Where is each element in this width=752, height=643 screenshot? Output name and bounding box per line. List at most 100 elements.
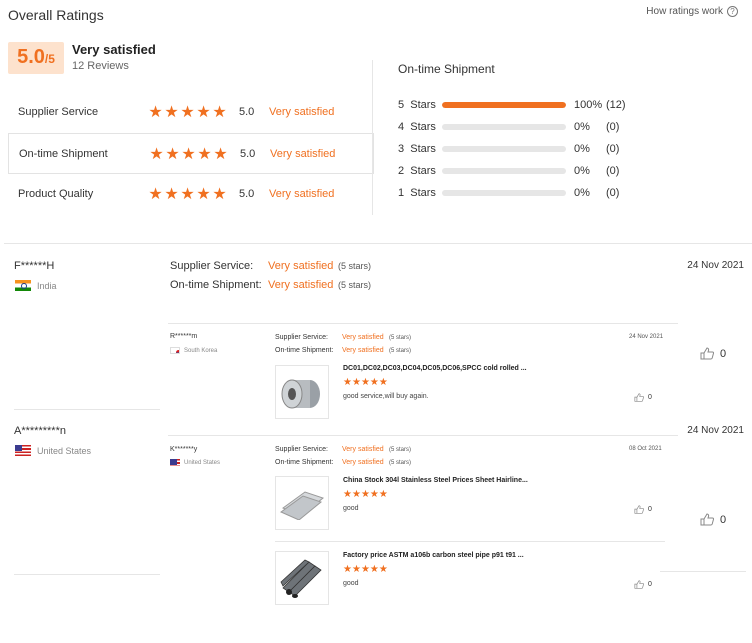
rating-row-on-time-shipment[interactable]: On-time Shipment ★ ★ ★ ★ ★ 5.0 Very satisfie… <box>8 133 374 174</box>
kv-label: Supplier Service: <box>275 446 328 453</box>
product-image-steel-pipe[interactable] <box>275 551 329 605</box>
nested-supplier-service-line: Supplier Service: Very satisfied (5 star… <box>275 446 411 453</box>
kv-stars: (5 stars) <box>389 334 412 341</box>
distribution-bar <box>442 190 566 196</box>
distribution-row: 4 Stars 0% (0) <box>398 120 619 134</box>
steel-coil-image <box>281 379 320 409</box>
distribution-percent: 0% <box>574 143 590 155</box>
question-circle-icon: ? <box>727 6 738 17</box>
thumbs-up-icon <box>700 347 714 360</box>
thumbs-up-icon <box>634 580 644 589</box>
nested-supplier-service-line: Supplier Service: Very satisfied (5 star… <box>275 334 411 341</box>
star-icon: ★ <box>360 489 370 500</box>
star-icon: ★ <box>343 489 352 500</box>
kv-value: Very satisfied <box>342 459 384 466</box>
distribution-bar <box>442 102 566 108</box>
star-icon: ★ <box>197 145 212 163</box>
distribution-percent: 0% <box>574 121 590 133</box>
kv-value: Very satisfied <box>268 279 334 291</box>
kv-label: Supplier Service: <box>275 334 328 341</box>
distribution-count: (0) <box>606 121 620 133</box>
star-icon: ★ <box>369 489 379 500</box>
star-icon: ★ <box>213 145 228 163</box>
star-icon: ★ <box>165 145 180 163</box>
distribution-bar-fill <box>442 102 566 108</box>
reviewer-name: A*********n <box>14 425 66 437</box>
nested-reviewer-country: United States <box>170 459 220 466</box>
distribution-count: (0) <box>606 143 620 155</box>
south-korea-flag-icon <box>170 347 180 354</box>
kv-label: On-time Shipment: <box>275 459 334 466</box>
like-count: 0 <box>720 513 727 526</box>
review-comment: good <box>343 505 359 512</box>
distribution-label: 2 Stars <box>398 165 436 177</box>
nested-like-button[interactable]: 0 <box>634 393 652 402</box>
review-comment: good <box>343 580 359 587</box>
product-image-steel-coil[interactable] <box>275 365 329 419</box>
distribution-row: 1 Stars 0% (0) <box>398 186 619 200</box>
like-button[interactable]: 0 <box>700 347 726 360</box>
country-name: United States <box>184 459 221 466</box>
star-icon: ★ <box>181 145 196 163</box>
section-divider <box>4 243 752 244</box>
distribution-count: (0) <box>606 165 620 177</box>
star-icon: ★ <box>164 186 179 203</box>
shipment-distribution-title: On-time Shipment <box>398 62 495 76</box>
nested-reviewer-name: R******m <box>170 333 198 340</box>
distribution-bar <box>442 124 566 130</box>
distribution-label: 4 Stars <box>398 121 436 133</box>
product-star-rating: ★ ★ ★ ★ ★ <box>343 377 388 388</box>
product-title[interactable]: DC01,DC02,DC03,DC04,DC05,DC06,SPCC cold … <box>343 365 527 372</box>
star-icon: ★ <box>196 186 211 203</box>
like-button[interactable]: 0 <box>700 513 726 526</box>
reviews-count: 12 Reviews <box>72 60 129 72</box>
star-icon: ★ <box>343 564 352 575</box>
star-icon: ★ <box>148 186 163 203</box>
on-time-shipment-line: On-time Shipment: Very satisfied (5 star… <box>170 279 371 291</box>
review-date: 24 Nov 2021 <box>687 425 744 436</box>
overall-label: Very satisfied <box>72 42 156 57</box>
product-title[interactable]: Factory price ASTM a106b carbon steel pi… <box>343 552 524 559</box>
rating-value: 5.0 <box>239 188 255 200</box>
star-icon: ★ <box>378 564 388 575</box>
thumbs-up-icon <box>700 513 714 526</box>
nested-review-date: 08 Oct 2021 <box>629 446 662 452</box>
nested-on-time-shipment-line: On-time Shipment: Very satisfied (5 star… <box>275 459 411 466</box>
nested-like-button[interactable]: 0 <box>634 580 652 589</box>
rating-value: 5.0 <box>240 147 256 160</box>
review-divider <box>14 574 160 575</box>
rating-value: 5.0 <box>239 106 255 118</box>
item-divider <box>275 541 665 542</box>
distribution-label: 5 Stars <box>398 99 436 111</box>
star-icon: ★ <box>343 377 352 388</box>
product-image-steel-sheet[interactable] <box>275 476 329 530</box>
nested-reviewer-name: K*******y <box>170 446 198 453</box>
distribution-percent: 0% <box>574 165 590 177</box>
kv-value: Very satisfied <box>342 446 384 453</box>
distribution-row: 5 Stars 100% (12) <box>398 98 626 112</box>
rating-row-product-quality: Product Quality ★ ★ ★ ★ ★ 5.0 Very satisfied <box>8 174 374 214</box>
nested-like-button[interactable]: 0 <box>634 505 652 514</box>
nested-divider <box>168 323 678 324</box>
how-ratings-work-link[interactable]: How ratings work ? <box>646 6 738 17</box>
kv-stars: (5 stars) <box>389 446 412 453</box>
kv-stars: (5 stars) <box>389 347 412 354</box>
overall-score-box: 5.0 /5 <box>8 42 64 74</box>
nested-review-date: 24 Nov 2021 <box>629 334 664 340</box>
kv-stars: (5 stars) <box>338 261 372 271</box>
column-divider <box>372 60 373 215</box>
product-title[interactable]: China Stock 304l Stainless Steel Prices … <box>343 477 528 484</box>
thumbs-up-icon <box>634 393 644 402</box>
reviewer-country: India <box>15 280 57 291</box>
star-icon: ★ <box>212 104 227 121</box>
star-icon: ★ <box>378 489 388 500</box>
india-flag-icon <box>15 280 31 291</box>
star-icon: ★ <box>164 104 179 121</box>
country-name: United States <box>37 445 92 456</box>
rating-text: Very satisfied <box>270 147 336 160</box>
like-count: 0 <box>720 347 727 360</box>
distribution-bar <box>442 168 566 174</box>
star-icon: ★ <box>360 377 370 388</box>
us-flag-icon <box>15 445 31 456</box>
kv-label: On-time Shipment: <box>275 347 334 354</box>
